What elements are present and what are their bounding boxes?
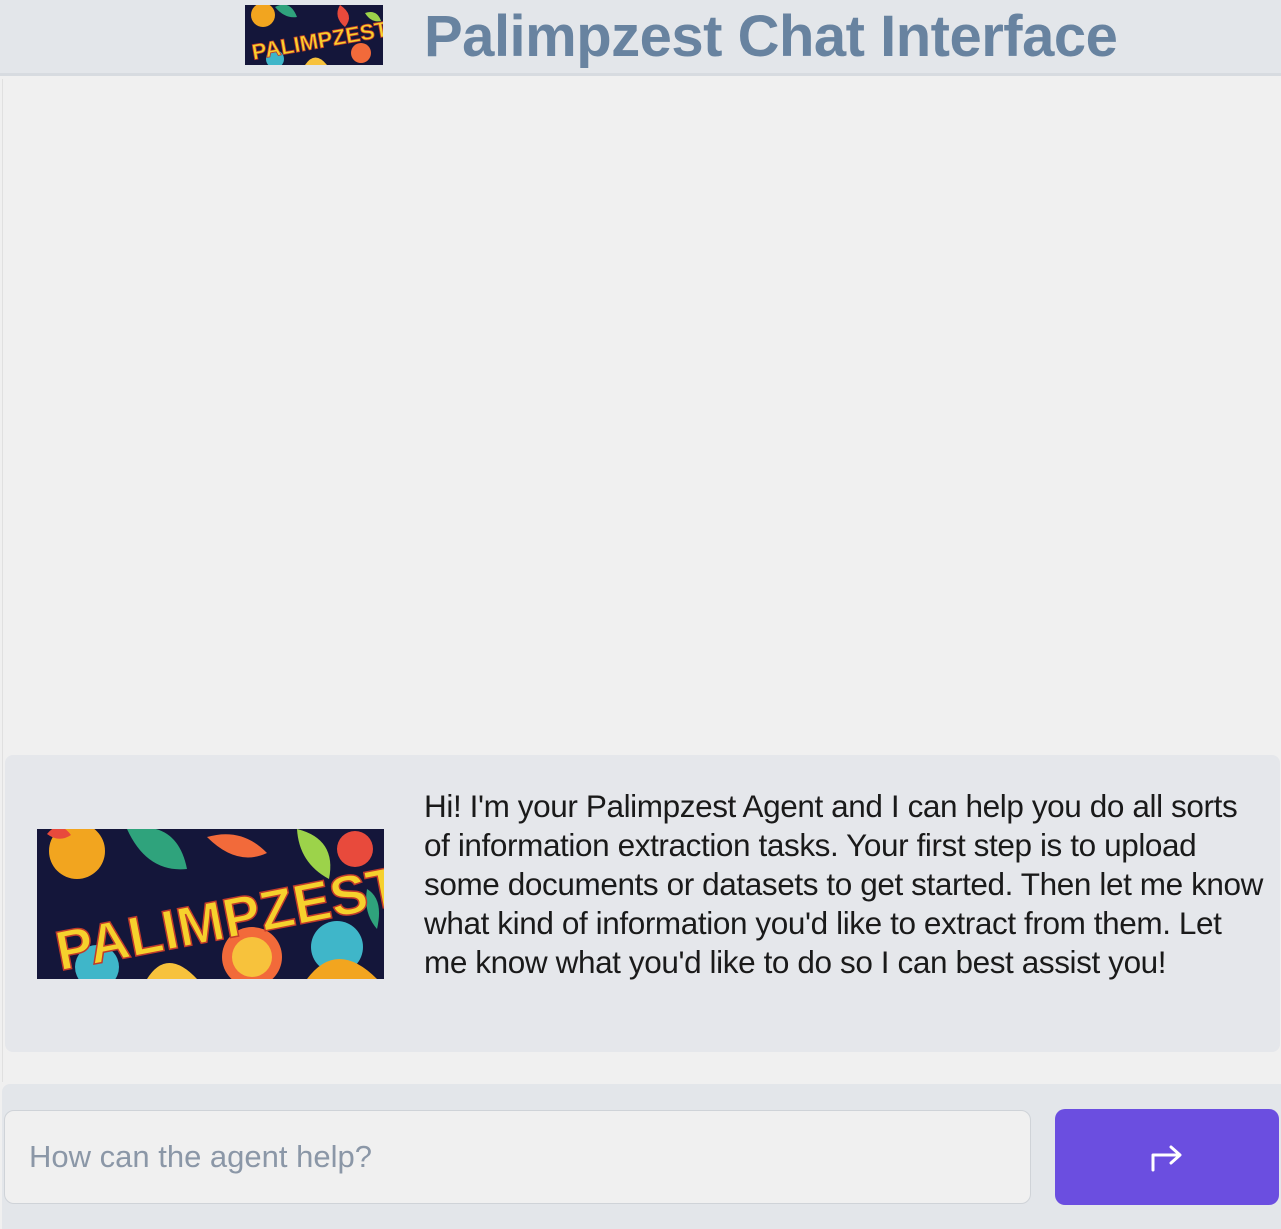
agent-message: PALIMPZEST Hi! I'm your Palimpzest Agent…: [5, 755, 1280, 1052]
input-bar: [2, 1084, 1281, 1229]
palimpzest-logo: PALIMPZEST: [245, 5, 383, 65]
send-button[interactable]: [1055, 1109, 1279, 1205]
page-title: Palimpzest Chat Interface: [424, 4, 1118, 69]
chat-input[interactable]: [4, 1110, 1031, 1204]
chat-page: PALIMPZEST Palimpzest Chat Interface PAL…: [0, 0, 1281, 1229]
chat-history: PALIMPZEST Hi! I'm your Palimpzest Agent…: [2, 79, 1280, 1082]
send-arrow-icon: [1151, 1145, 1182, 1172]
agent-message-text: Hi! I'm your Palimpzest Agent and I can …: [424, 788, 1264, 980]
agent-avatar: PALIMPZEST: [37, 829, 384, 979]
header: PALIMPZEST Palimpzest Chat Interface: [0, 0, 1281, 76]
